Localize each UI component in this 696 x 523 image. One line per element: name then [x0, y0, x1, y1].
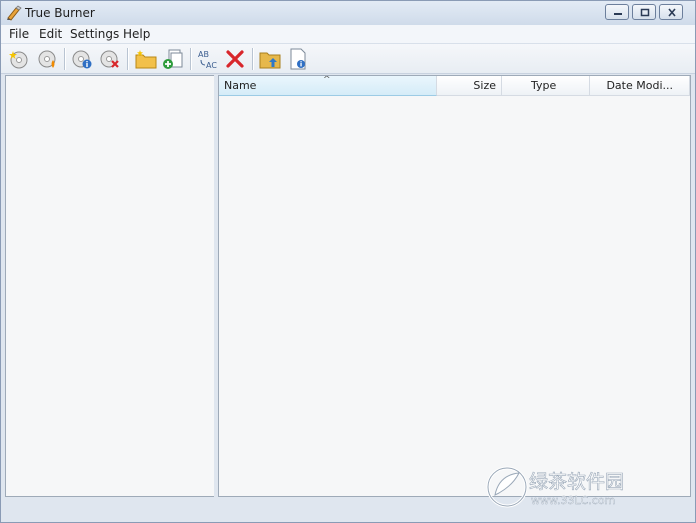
close-icon — [668, 8, 676, 17]
column-header-type[interactable]: Type — [502, 76, 590, 96]
rename-button[interactable]: AB AC — [196, 47, 220, 71]
toolbar-separator — [64, 48, 66, 70]
new-disc-icon — [9, 51, 28, 69]
maximize-button[interactable] — [632, 4, 656, 20]
watermark-logo: 绿茶软件园 www.33LC.com — [486, 466, 624, 508]
new-folder-icon — [135, 50, 157, 69]
svg-text:AC: AC — [206, 61, 217, 70]
folder-tree-pane[interactable] — [5, 75, 215, 497]
erase-disc-icon — [100, 50, 119, 68]
column-header-label: Date Modi... — [606, 79, 673, 92]
app-window: True Burner File Edit Settings Help AB A… — [0, 0, 696, 523]
file-properties-icon — [290, 48, 306, 70]
toolbar: AB AC — [1, 44, 695, 74]
minimize-icon — [614, 13, 622, 15]
rename-icon: AB AC — [198, 50, 217, 70]
delete-icon — [226, 50, 244, 68]
svg-text:AB: AB — [198, 50, 209, 59]
file-properties-button[interactable] — [286, 47, 310, 71]
menu-file[interactable]: File — [9, 27, 29, 41]
folder-up-icon — [259, 52, 281, 69]
disc-info-icon — [72, 50, 92, 69]
new-disc-button[interactable] — [7, 47, 31, 71]
toolbar-separator — [127, 48, 129, 70]
menu-bar: File Edit Settings Help — [1, 25, 695, 44]
disc-info-button[interactable] — [70, 47, 94, 71]
column-header-label: Type — [531, 79, 557, 92]
add-files-button[interactable] — [161, 47, 185, 71]
column-header-name[interactable]: ^ Name — [219, 76, 437, 96]
delete-button[interactable] — [223, 47, 247, 71]
column-header-label: Name — [224, 79, 257, 92]
menu-help[interactable]: Help — [123, 27, 150, 41]
toolbar-separator — [190, 48, 192, 70]
close-window-button[interactable] — [659, 4, 683, 20]
add-files-icon — [163, 49, 183, 69]
window-title: True Burner — [25, 6, 95, 20]
sort-ascending-icon: ^ — [323, 76, 331, 85]
erase-disc-button[interactable] — [98, 47, 122, 71]
column-header-label: Size — [473, 79, 496, 92]
new-folder-button[interactable] — [134, 47, 158, 71]
column-header-date-modified[interactable]: Date Modi... — [590, 76, 690, 96]
maximize-icon — [640, 8, 650, 17]
watermark-url: www.33LC.com — [531, 494, 615, 507]
watermark-text: 绿茶软件园 — [529, 471, 624, 493]
menu-settings[interactable]: Settings — [70, 27, 119, 41]
burn-disc-button[interactable] — [36, 47, 60, 71]
toolbar-separator — [252, 48, 254, 70]
title-bar[interactable]: True Burner — [1, 1, 695, 25]
app-logo-icon — [7, 5, 22, 21]
file-list-pane[interactable]: ^ Name Size Type Date Modi... — [218, 75, 691, 497]
burn-disc-icon — [38, 50, 56, 68]
minimize-button[interactable] — [605, 4, 629, 20]
folder-up-button[interactable] — [258, 47, 282, 71]
column-header-size[interactable]: Size — [437, 76, 502, 96]
menu-edit[interactable]: Edit — [39, 27, 62, 41]
